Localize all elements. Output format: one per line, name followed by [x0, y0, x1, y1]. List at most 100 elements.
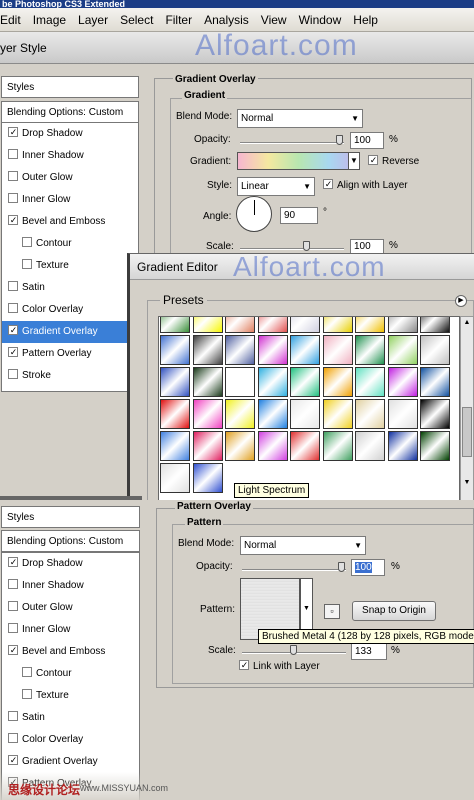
- effect-checkbox[interactable]: [8, 303, 18, 314]
- effect-item[interactable]: Stroke: [2, 365, 138, 387]
- effect-item[interactable]: Pattern Overlay: [2, 343, 138, 365]
- gradient-preset-swatch[interactable]: [160, 317, 190, 333]
- gradient-preset-swatch[interactable]: [192, 367, 223, 397]
- gradient-preset-swatch[interactable]: [355, 367, 385, 397]
- gradient-preview[interactable]: [237, 152, 360, 170]
- gradient-preset-swatch[interactable]: [192, 463, 223, 493]
- gradient-preset-swatch[interactable]: [257, 399, 288, 429]
- gradient-preset-swatch[interactable]: [355, 317, 385, 333]
- effect-checkbox[interactable]: [8, 149, 18, 160]
- scroll-thumb[interactable]: [462, 407, 472, 457]
- scroll-down-arrow[interactable]: ▼: [461, 477, 473, 489]
- scale-slider-thumb[interactable]: [303, 241, 311, 251]
- snap-to-origin-button[interactable]: Snap to Origin: [352, 601, 436, 621]
- new-preset-icon[interactable]: ▫: [324, 604, 340, 619]
- gradient-preset-swatch[interactable]: [420, 431, 450, 461]
- menu-select[interactable]: Select: [114, 13, 159, 27]
- gradient-preset-swatch[interactable]: [420, 317, 450, 333]
- effect-2-checkbox[interactable]: [8, 755, 18, 766]
- presets-scrollbar[interactable]: ▲ ▼: [460, 316, 474, 503]
- effect-item[interactable]: Contour: [2, 233, 138, 255]
- effect-2-item[interactable]: Outer Glow: [2, 597, 139, 619]
- styles-header[interactable]: Styles: [1, 76, 139, 98]
- align-checkbox[interactable]: [323, 179, 333, 190]
- gradient-preset-swatch[interactable]: [160, 431, 190, 461]
- effect-2-checkbox[interactable]: [8, 711, 18, 722]
- link-option[interactable]: Link with Layer: [239, 660, 320, 672]
- menu-window[interactable]: Window: [293, 13, 348, 27]
- gradient-preset-swatch[interactable]: [225, 367, 255, 397]
- gradient-preset-swatch[interactable]: [290, 335, 320, 365]
- gradient-preset-swatch[interactable]: [355, 335, 385, 365]
- gradient-preset-swatch[interactable]: [160, 463, 190, 493]
- effect-2-item[interactable]: Texture: [2, 685, 139, 707]
- gradient-preset-swatch[interactable]: [387, 367, 418, 397]
- reverse-option[interactable]: Reverse: [368, 155, 419, 167]
- align-option[interactable]: Align with Layer: [323, 179, 408, 191]
- effect-item[interactable]: Gradient Overlay: [2, 321, 138, 343]
- effect-2-checkbox[interactable]: [8, 733, 18, 744]
- gradient-preset-swatch[interactable]: [257, 367, 288, 397]
- effect-item[interactable]: Texture: [2, 255, 138, 277]
- gradient-preset-swatch[interactable]: [290, 431, 320, 461]
- gradient-preset-swatch[interactable]: [387, 317, 418, 333]
- effect-checkbox[interactable]: [22, 237, 32, 248]
- gradient-preset-swatch[interactable]: [192, 317, 223, 333]
- effect-item[interactable]: Inner Shadow: [2, 145, 138, 167]
- pattern-opacity-input[interactable]: 100: [351, 559, 385, 576]
- effect-2-checkbox[interactable]: [22, 689, 32, 700]
- effect-item[interactable]: Outer Glow: [2, 167, 138, 189]
- gradient-preset-swatch[interactable]: [387, 431, 418, 461]
- menu-view[interactable]: View: [255, 13, 293, 27]
- gradient-preset-swatch[interactable]: [192, 431, 223, 461]
- gradient-preset-swatch[interactable]: [225, 335, 255, 365]
- pattern-scale-thumb[interactable]: [290, 645, 297, 655]
- effect-item[interactable]: Inner Glow: [2, 189, 138, 211]
- link-checkbox[interactable]: [239, 660, 249, 671]
- gradient-preset-swatch[interactable]: [322, 399, 353, 429]
- gradient-preset-swatch[interactable]: [160, 399, 190, 429]
- gradient-preset-swatch[interactable]: [387, 399, 418, 429]
- gradient-preset-swatch[interactable]: [192, 399, 223, 429]
- layer-style-title-bar[interactable]: yer Style Alfoart.com: [0, 30, 474, 64]
- effect-checkbox[interactable]: [8, 369, 18, 380]
- gradient-preset-swatch[interactable]: [387, 335, 418, 365]
- pattern-blend-select[interactable]: Normal: [240, 536, 366, 555]
- effect-checkbox[interactable]: [8, 281, 18, 292]
- gradient-preset-swatch[interactable]: [420, 399, 450, 429]
- effect-item[interactable]: Drop Shadow: [2, 123, 138, 145]
- effect-item[interactable]: Color Overlay: [2, 299, 138, 321]
- gradient-preset-swatch[interactable]: [322, 431, 353, 461]
- scale-slider[interactable]: [240, 248, 344, 250]
- opacity-slider-thumb[interactable]: [336, 135, 343, 145]
- gradient-preset-swatch[interactable]: [257, 431, 288, 461]
- gradient-preset-swatch[interactable]: [257, 317, 288, 333]
- blending-options-2[interactable]: Blending Options: Custom: [1, 530, 140, 552]
- gradient-preset-swatch[interactable]: [225, 431, 255, 461]
- menu-filter[interactable]: Filter: [159, 13, 198, 27]
- gradient-dropdown-arrow[interactable]: ▼: [348, 152, 360, 170]
- menu-image[interactable]: Image: [27, 13, 72, 27]
- menu-help[interactable]: Help: [347, 13, 384, 27]
- gradient-preset-swatch[interactable]: [225, 399, 255, 429]
- effect-2-checkbox[interactable]: [8, 645, 18, 656]
- opacity-input[interactable]: 100: [350, 132, 384, 149]
- blend-mode-select[interactable]: Normal: [237, 109, 363, 128]
- gradient-preset-swatch[interactable]: [420, 335, 450, 365]
- gradient-preset-swatch[interactable]: [290, 317, 320, 333]
- gradient-preset-swatch[interactable]: [355, 399, 385, 429]
- gradient-preset-swatch[interactable]: [290, 367, 320, 397]
- effect-checkbox[interactable]: [8, 325, 18, 336]
- angle-input[interactable]: 90: [280, 207, 318, 224]
- effect-2-item[interactable]: Bevel and Emboss: [2, 641, 139, 663]
- menu-layer[interactable]: Layer: [72, 13, 114, 27]
- reverse-checkbox[interactable]: [368, 155, 378, 166]
- effect-2-checkbox[interactable]: [8, 579, 18, 590]
- gradient-preset-swatch[interactable]: [160, 367, 190, 397]
- gradient-preset-swatch[interactable]: [420, 367, 450, 397]
- menu-edit[interactable]: Edit: [0, 13, 27, 27]
- pattern-opacity-thumb[interactable]: [338, 562, 345, 572]
- effect-2-checkbox[interactable]: [22, 667, 32, 678]
- gradient-preset-swatch[interactable]: [322, 317, 353, 333]
- style-select[interactable]: Linear: [237, 177, 315, 196]
